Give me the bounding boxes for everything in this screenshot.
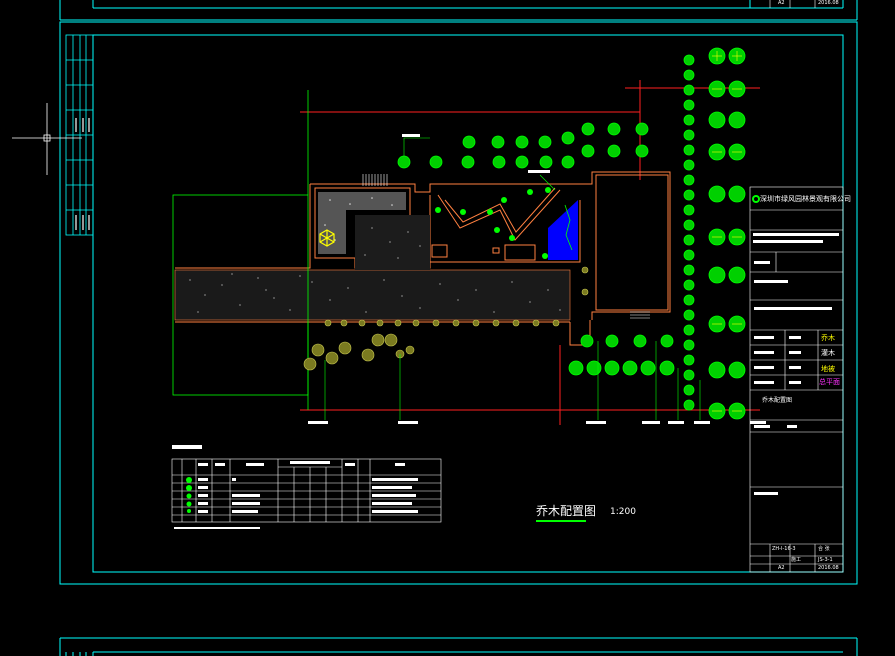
binding-strip <box>65 34 94 236</box>
page-label: 合 张 <box>818 546 830 552</box>
previous-sheet-size: A2 <box>778 0 785 6</box>
drawing-scale: 1:200 <box>610 507 636 517</box>
plant-schedule-symbols <box>186 477 192 513</box>
next-sheet-frame <box>59 637 858 656</box>
drawing-title: 乔木配置图 <box>536 504 597 518</box>
previous-sheet-titleblock <box>769 0 816 8</box>
previous-sheet-date: 2016.08 <box>818 0 839 6</box>
drawing-date: 2016.08 <box>818 565 839 571</box>
water-feature <box>548 200 578 260</box>
lawn-area-outline <box>172 90 309 410</box>
stamp-shrubs: 灌木 <box>821 349 835 357</box>
cad-drawing-canvas[interactable] <box>0 0 895 656</box>
courtyard-paving <box>355 215 430 270</box>
stamp-masterplan: 总平面 <box>819 378 840 386</box>
gravel-paving-band <box>174 269 571 321</box>
stamp-trees: 乔木 <box>821 334 835 342</box>
previous-sheet-frame <box>59 0 858 21</box>
stage-label: 施工 <box>791 557 802 563</box>
stamp-groundcover: 地被 <box>821 365 835 373</box>
crosshair-cursor-icon[interactable] <box>12 103 82 175</box>
plant-schedule-text <box>172 445 418 529</box>
drawing-title-underline <box>536 520 586 522</box>
company-logo-icon <box>752 195 760 203</box>
company-name: 深圳市绿风园林景观有限公司 <box>760 195 851 203</box>
sheet-size: A2 <box>778 565 785 571</box>
titleblock-drawing-name: 乔木配置图 <box>762 397 793 404</box>
sheet-code: ZH-Ⅰ-16-3 <box>772 546 796 552</box>
sheet-number: JS-3-1 <box>818 557 833 563</box>
